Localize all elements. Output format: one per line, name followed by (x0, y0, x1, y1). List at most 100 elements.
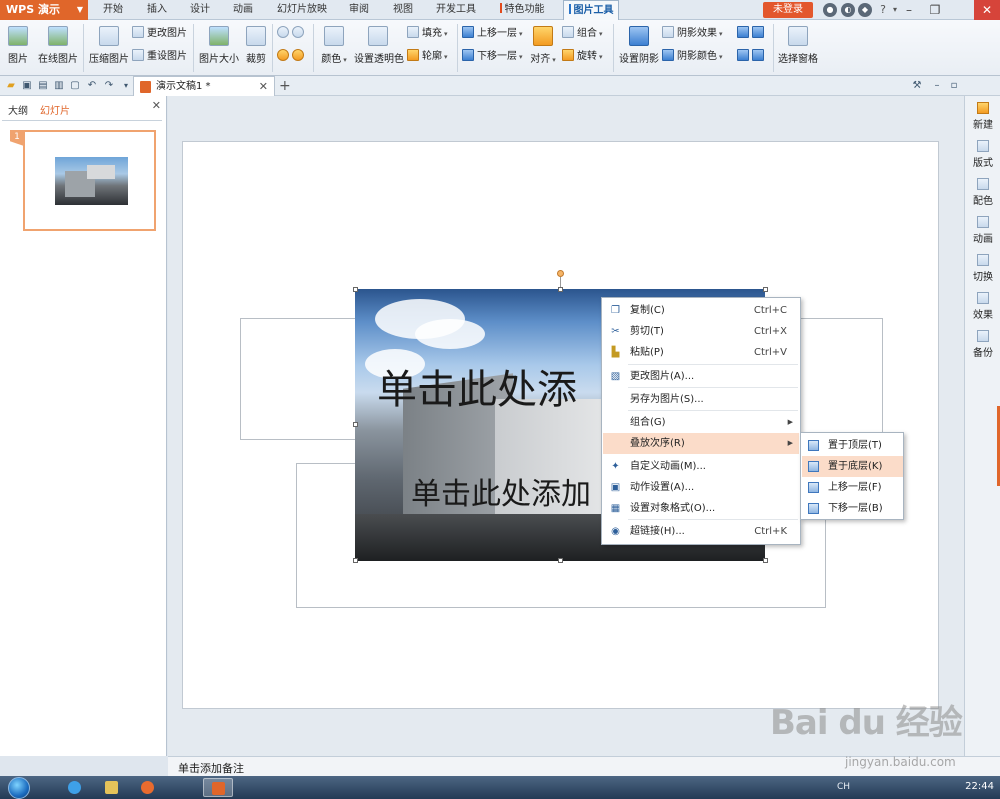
tab-slides[interactable]: 幻灯片 (40, 102, 70, 117)
start-button[interactable] (8, 777, 30, 799)
shadow-color-button[interactable]: 阴影颜色 ▾ (662, 49, 723, 65)
print-preview-icon[interactable]: ▥ (53, 80, 65, 92)
share-icon[interactable]: ◆ (858, 3, 872, 17)
resize-handle[interactable] (558, 558, 563, 563)
selection-pane-button[interactable]: 选择窗格 (778, 26, 818, 65)
task-animation[interactable]: 动画 (965, 216, 1000, 245)
tab-animation[interactable]: 动画 (226, 0, 260, 20)
save-icon[interactable]: ▣ (21, 80, 33, 92)
feedback-icon[interactable]: ◐ (841, 3, 855, 17)
align-button[interactable]: 对齐 ▾ (528, 26, 558, 65)
app-menu-button[interactable]: WPS 演示 ▼ (0, 0, 88, 20)
picture-size-button[interactable]: 图片大小 (199, 26, 239, 65)
close-panel-icon[interactable]: ✕ (152, 99, 161, 112)
tab-developer[interactable]: 开发工具 (431, 0, 481, 20)
send-backward-button[interactable]: 下移一层 ▾ (462, 49, 523, 65)
menu-item-send-to-back[interactable]: 置于底层(K) (802, 456, 903, 477)
online-picture-button[interactable]: 在线图片 (33, 26, 83, 65)
close-tab-icon[interactable]: ✕ (259, 77, 268, 97)
rotate-button[interactable]: 旋转 ▾ (562, 49, 603, 65)
title-placeholder-text: 单击此处添 (377, 367, 577, 413)
taskbar-app[interactable] (133, 778, 163, 797)
app-icon (141, 781, 154, 794)
set-transparent-color-button[interactable]: 设置透明色 (354, 26, 404, 65)
outline-button[interactable]: 轮廓 ▾ (407, 49, 448, 65)
taskbar-wps[interactable] (203, 778, 233, 797)
menu-item-action-settings[interactable]: ▣ 动作设置(A)... (603, 477, 799, 498)
tab-view[interactable]: 视图 (386, 0, 420, 20)
minimize-doc-icon[interactable]: – (931, 80, 943, 92)
tab-special-features[interactable]: 特色功能 (494, 0, 550, 20)
ime-indicator[interactable]: CH (837, 782, 850, 792)
nudge-up-buttons[interactable] (737, 26, 767, 42)
rotate-handle[interactable] (557, 270, 564, 277)
rotate-icon (562, 49, 574, 61)
fill-button[interactable]: 填充 ▾ (407, 26, 448, 42)
preview-icon[interactable]: ▢ (69, 80, 81, 92)
resize-handle[interactable] (353, 558, 358, 563)
tab-review[interactable]: 审阅 (342, 0, 376, 20)
tab-outline[interactable]: 大纲 (8, 102, 28, 117)
change-picture-button[interactable]: 更改图片 (132, 26, 187, 42)
task-new[interactable]: 新建 (965, 102, 1000, 131)
add-tab-icon[interactable]: + (279, 76, 291, 96)
resize-handle[interactable] (763, 287, 768, 292)
shadow-effect-button[interactable]: 阴影效果 ▾ (662, 26, 723, 42)
task-layout[interactable]: 版式 (965, 140, 1000, 169)
task-effects[interactable]: 效果 (965, 292, 1000, 321)
tab-design[interactable]: 设计 (183, 0, 217, 20)
menu-item-custom-animation[interactable]: ✦ 自定义动画(M)... (603, 456, 799, 477)
crop-button[interactable]: 裁剪 (243, 26, 269, 65)
taskbar-ie[interactable] (60, 778, 90, 797)
set-shadow-button[interactable]: 设置阴影 (619, 26, 659, 65)
resize-handle[interactable] (558, 287, 563, 292)
redo-icon[interactable]: ↷ (103, 80, 115, 92)
resize-handle[interactable] (763, 558, 768, 563)
restore-doc-icon[interactable]: ▫ (948, 80, 960, 92)
chevron-down-icon[interactable]: ▾ (120, 80, 132, 92)
picture-button[interactable]: 图片 (6, 26, 30, 65)
menu-item-bring-to-front[interactable]: 置于顶层(T) (802, 435, 903, 456)
task-color-scheme[interactable]: 配色 (965, 178, 1000, 207)
menu-item-change-picture[interactable]: ▧ 更改图片(A)... (603, 366, 799, 387)
restore-icon[interactable]: ❐ (924, 0, 946, 20)
compress-picture-button[interactable]: 压缩图片 (88, 26, 130, 65)
menu-item-hyperlink[interactable]: ◉ 超链接(H)... Ctrl+K (603, 521, 799, 542)
taskbar-explorer[interactable] (97, 778, 127, 797)
task-transition[interactable]: 切换 (965, 254, 1000, 283)
menu-item-cut[interactable]: ✂ 剪切(T) Ctrl+X (603, 321, 799, 342)
minimize-icon[interactable]: – (898, 0, 920, 20)
document-tab[interactable]: 演示文稿1 * ✕ (133, 76, 275, 96)
menu-item-group[interactable]: 组合(G) ▶ (603, 412, 799, 433)
contrast-buttons[interactable] (277, 26, 307, 42)
group-button[interactable]: 组合 ▾ (562, 26, 603, 42)
brightness-buttons[interactable] (277, 49, 307, 65)
open-icon[interactable]: ▰ (5, 80, 17, 92)
resize-handle[interactable] (353, 287, 358, 292)
menu-item-format-object[interactable]: ▦ 设置对象格式(O)... (603, 498, 799, 519)
slide-thumbnail[interactable] (23, 130, 156, 231)
menu-item-save-as-picture[interactable]: 另存为图片(S)... (603, 389, 799, 410)
undo-icon[interactable]: ↶ (86, 80, 98, 92)
menu-item-copy[interactable]: ❐ 复制(C) Ctrl+C (603, 300, 799, 321)
tab-picture-tools[interactable]: 图片工具 (563, 0, 619, 21)
menu-item-bring-forward[interactable]: 上移一层(F) (802, 477, 903, 498)
menu-item-send-backward[interactable]: 下移一层(B) (802, 498, 903, 519)
reset-picture-button[interactable]: 重设图片 (132, 49, 187, 65)
resize-handle[interactable] (353, 422, 358, 427)
menu-item-stacking-order[interactable]: 叠放次序(R) ▶ (603, 433, 799, 454)
tab-insert[interactable]: 插入 (140, 0, 174, 20)
cut-icon: ✂ (611, 326, 620, 337)
bring-forward-button[interactable]: 上移一层 ▾ (462, 26, 523, 42)
print-icon[interactable]: ▤ (37, 80, 49, 92)
tab-slideshow[interactable]: 幻灯片放映 (270, 0, 334, 20)
menu-item-paste[interactable]: ▙ 粘贴(P) Ctrl+V (603, 342, 799, 363)
close-icon[interactable]: ✕ (974, 0, 1000, 20)
color-button[interactable]: 颜色 ▾ (318, 26, 350, 65)
tab-home[interactable]: 开始 (96, 0, 130, 20)
tools-icon[interactable]: ⚒ (911, 80, 923, 92)
task-backup[interactable]: 备份 (965, 330, 1000, 359)
login-button[interactable]: 未登录 (763, 2, 813, 18)
skin-icon[interactable]: ● (823, 3, 837, 17)
nudge-down-buttons[interactable] (737, 49, 767, 65)
